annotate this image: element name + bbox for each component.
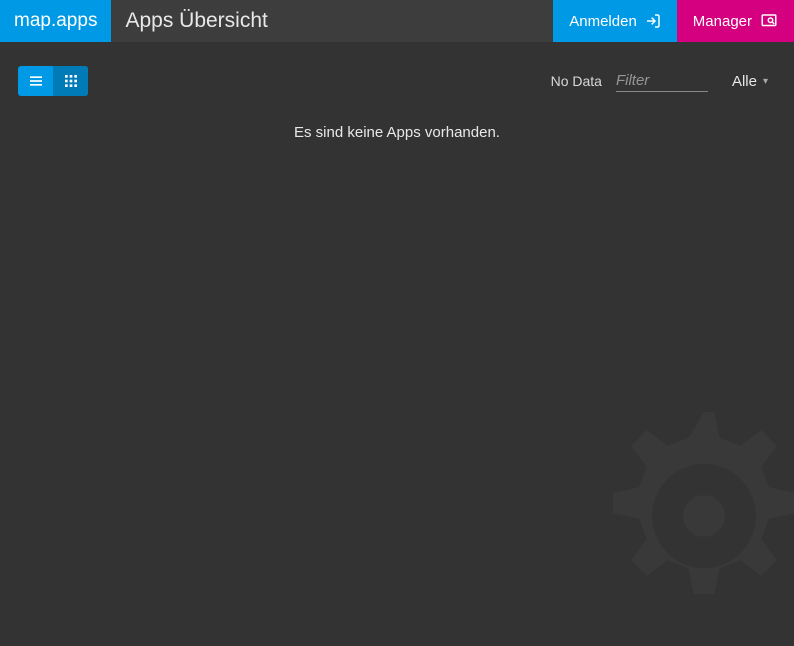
chevron-down-icon: ▾ xyxy=(763,76,768,87)
page-title-text: Apps Übersicht xyxy=(125,9,267,33)
list-icon xyxy=(28,73,44,89)
login-button[interactable]: Anmelden xyxy=(553,0,677,42)
no-data-label: No Data xyxy=(551,73,602,89)
gear-background-icon xyxy=(574,386,794,646)
grid-view-button[interactable] xyxy=(53,66,88,96)
page-title: Apps Übersicht xyxy=(111,0,553,42)
manager-label: Manager xyxy=(693,13,752,30)
view-toggle xyxy=(18,66,88,96)
header: map.apps Apps Übersicht Anmelden Manager xyxy=(0,0,794,42)
login-label: Anmelden xyxy=(569,13,637,30)
brand-logo[interactable]: map.apps xyxy=(0,0,111,42)
dropdown-value: Alle xyxy=(732,73,757,90)
empty-state-message: Es sind keine Apps vorhanden. xyxy=(0,124,794,141)
filter-input[interactable] xyxy=(616,70,708,92)
grid-icon xyxy=(63,73,79,89)
login-icon xyxy=(645,13,661,29)
brand-text: map.apps xyxy=(14,10,97,32)
manager-button[interactable]: Manager xyxy=(677,0,794,42)
toolbar: No Data Alle ▾ xyxy=(0,42,794,108)
list-view-button[interactable] xyxy=(18,66,53,96)
manager-icon xyxy=(760,12,778,30)
filter-dropdown[interactable]: Alle ▾ xyxy=(732,73,776,90)
